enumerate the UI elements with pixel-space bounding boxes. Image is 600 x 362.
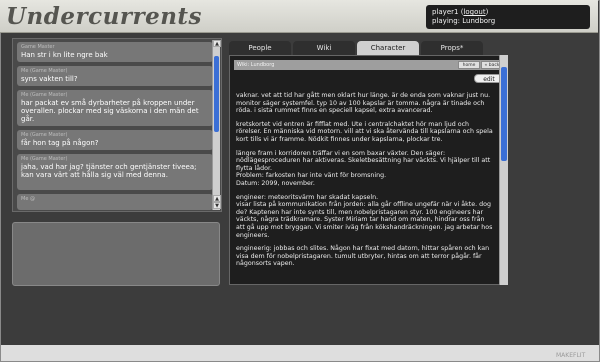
wiki-paragraph: engineer: meteoritsvärm har skadat kapse…	[236, 193, 493, 239]
playing-label: playing: Lundborg	[432, 17, 496, 25]
wiki-paragraph: vaknar. vet att tid har gått men oklart …	[236, 92, 491, 115]
header: Undercurrents player1 (logout) playing: …	[0, 0, 598, 33]
chat-message: Me (Game Master) får hon tag på någon?	[17, 130, 213, 150]
wiki-header: Wiki: Lundborg home « back	[234, 60, 504, 70]
chat-message: Me (Game Master) har packat ev små dyrba…	[17, 90, 213, 126]
content-scroll-thumb[interactable]	[501, 67, 507, 161]
chat-message-text: har packat ev små dyrbarheter på kroppen…	[21, 99, 199, 123]
tab-character[interactable]: Character	[357, 41, 419, 55]
user-name: player1	[432, 8, 459, 16]
chat-log[interactable]: Game Master Han str i kn lite ngre bak M…	[12, 38, 222, 212]
chat-input[interactable]	[12, 222, 220, 286]
chat-message-text: jaha, vad har jag? tjänster och gentjäns…	[21, 163, 197, 179]
chat-message-author: Game Master	[21, 44, 55, 50]
wiki-paragraph: längre fram i korridoren träffar vi en s…	[236, 149, 491, 187]
logout-link[interactable]: logout	[463, 8, 485, 16]
chat-scrollbar[interactable]: ▲ ▲ ▼	[212, 40, 221, 210]
tab-wiki[interactable]: Wiki	[293, 41, 355, 55]
watermark: MAKEFLIT	[556, 352, 586, 359]
app-logo: Undercurrents	[6, 3, 203, 30]
wiki-home-button[interactable]: home	[458, 61, 480, 69]
chat-message: Me (Game Master) jaha, vad har jag? tjän…	[17, 154, 213, 190]
scroll-down-icon[interactable]: ▼	[213, 202, 221, 209]
chat-message-author: Me (Game Master)	[21, 156, 68, 162]
chat-message-author: Me (Game Master)	[21, 92, 68, 98]
scroll-up-icon[interactable]: ▲	[213, 195, 221, 202]
wiki-content: vaknar. vet att tid har gått men oklart …	[236, 92, 494, 274]
chat-message-text: Han str i kn lite ngre bak	[21, 51, 108, 59]
chat-message-text: syns vakten till?	[21, 75, 78, 83]
tab-props[interactable]: Props*	[421, 41, 483, 55]
user-box: player1 (logout) playing: Lundborg	[426, 5, 590, 29]
footer	[1, 345, 599, 361]
tab-people[interactable]: People	[229, 41, 291, 55]
chat-message: Me @	[17, 194, 213, 210]
wiki-title: Wiki: Lundborg	[237, 62, 275, 68]
chat-message-author: Me (Game Master)	[21, 132, 68, 138]
wiki-paragraph: kretskortet vid entren är fifflat med. U…	[236, 120, 493, 143]
character-panel: Wiki: Lundborg home « back edit vaknar. …	[229, 55, 508, 285]
wiki-paragraph: engineerig: jobbas och slites. Någon har…	[236, 245, 490, 268]
chat-message: Game Master Han str i kn lite ngre bak	[17, 42, 213, 62]
content-scrollbar[interactable]	[499, 55, 508, 285]
chat-message-author: Me @	[21, 196, 35, 202]
chat-message-author: Me (Game Master)	[21, 68, 68, 74]
chat-scroll-thumb[interactable]	[214, 56, 219, 132]
scroll-up-icon[interactable]: ▲	[213, 40, 221, 47]
chat-message-text: får hon tag på någon?	[21, 139, 99, 147]
chat-message: Me (Game Master) syns vakten till?	[17, 66, 213, 86]
